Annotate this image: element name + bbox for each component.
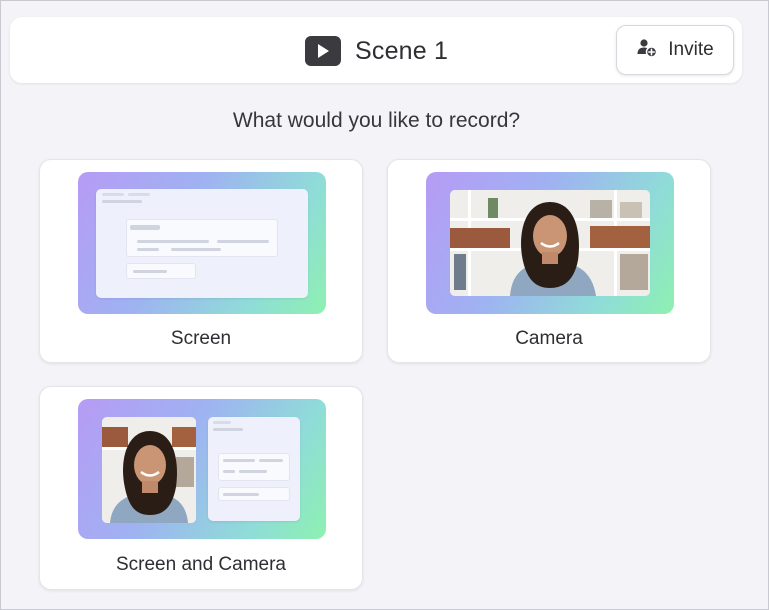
scene-title-group: Scene 1 (305, 35, 448, 67)
add-user-icon (636, 37, 658, 64)
option-card-camera[interactable]: Camera (387, 159, 711, 363)
top-bar: Scene 1 Invite (10, 17, 742, 83)
screen-and-camera-thumbnail (78, 399, 326, 539)
invite-label: Invite (668, 39, 714, 60)
option-label-camera: Camera (515, 328, 583, 349)
camera-thumbnail (426, 172, 674, 314)
invite-button[interactable]: Invite (616, 25, 734, 75)
record-question: What would you like to record? (232, 109, 521, 132)
play-icon (305, 36, 341, 66)
option-label-screen: Screen (170, 328, 232, 349)
option-label-screen-and-camera: Screen and Camera (115, 554, 287, 575)
person-photo (450, 190, 650, 296)
person-photo-small (102, 417, 196, 523)
screen-thumbnail (78, 172, 326, 314)
window-mockup (96, 189, 308, 298)
scene-title[interactable]: Scene 1 (355, 37, 448, 66)
option-card-screen[interactable]: Screen (39, 159, 363, 363)
option-card-screen-and-camera[interactable]: Screen and Camera (39, 386, 363, 590)
window-mockup-small (208, 417, 300, 521)
